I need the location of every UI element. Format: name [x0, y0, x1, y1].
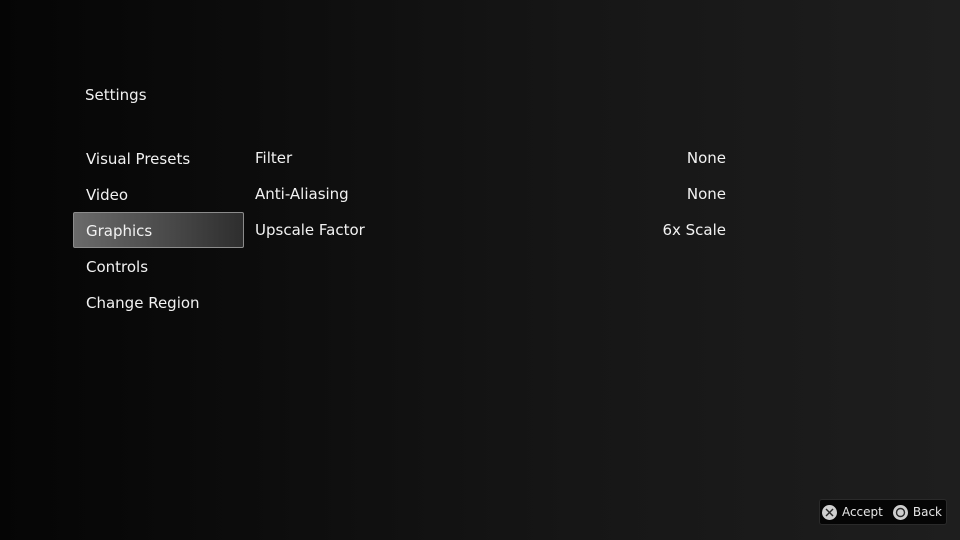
menu-item-visual-presets[interactable]: Visual Presets [73, 140, 244, 176]
menu-item-change-region[interactable]: Change Region [73, 284, 244, 320]
option-value: None [686, 185, 726, 203]
cross-button-icon [821, 504, 837, 520]
menu-item-controls[interactable]: Controls [73, 248, 244, 284]
accept-label: Accept [841, 505, 883, 519]
circle-button-icon [892, 504, 908, 520]
option-label: Anti-Aliasing [255, 185, 349, 203]
page-title: Settings [85, 86, 147, 104]
back-label: Back [912, 505, 942, 519]
option-row-filter[interactable]: Filter None [244, 140, 738, 176]
option-row-upscale-factor[interactable]: Upscale Factor 6x Scale [244, 212, 738, 248]
menu-item-video[interactable]: Video [73, 176, 244, 212]
option-value: None [686, 149, 726, 167]
option-value: 6x Scale [662, 221, 726, 239]
option-label: Upscale Factor [255, 221, 365, 239]
option-row-anti-aliasing[interactable]: Anti-Aliasing None [244, 176, 738, 212]
menu-item-graphics[interactable]: Graphics [73, 212, 244, 248]
button-hints-bar: Accept Back [818, 499, 947, 525]
accept-hint[interactable]: Accept [821, 504, 883, 520]
settings-category-menu: Visual Presets Video Graphics Controls C… [73, 140, 244, 320]
graphics-options-list: Filter None Anti-Aliasing None Upscale F… [244, 140, 738, 248]
option-label: Filter [255, 149, 293, 167]
back-hint[interactable]: Back [892, 504, 942, 520]
